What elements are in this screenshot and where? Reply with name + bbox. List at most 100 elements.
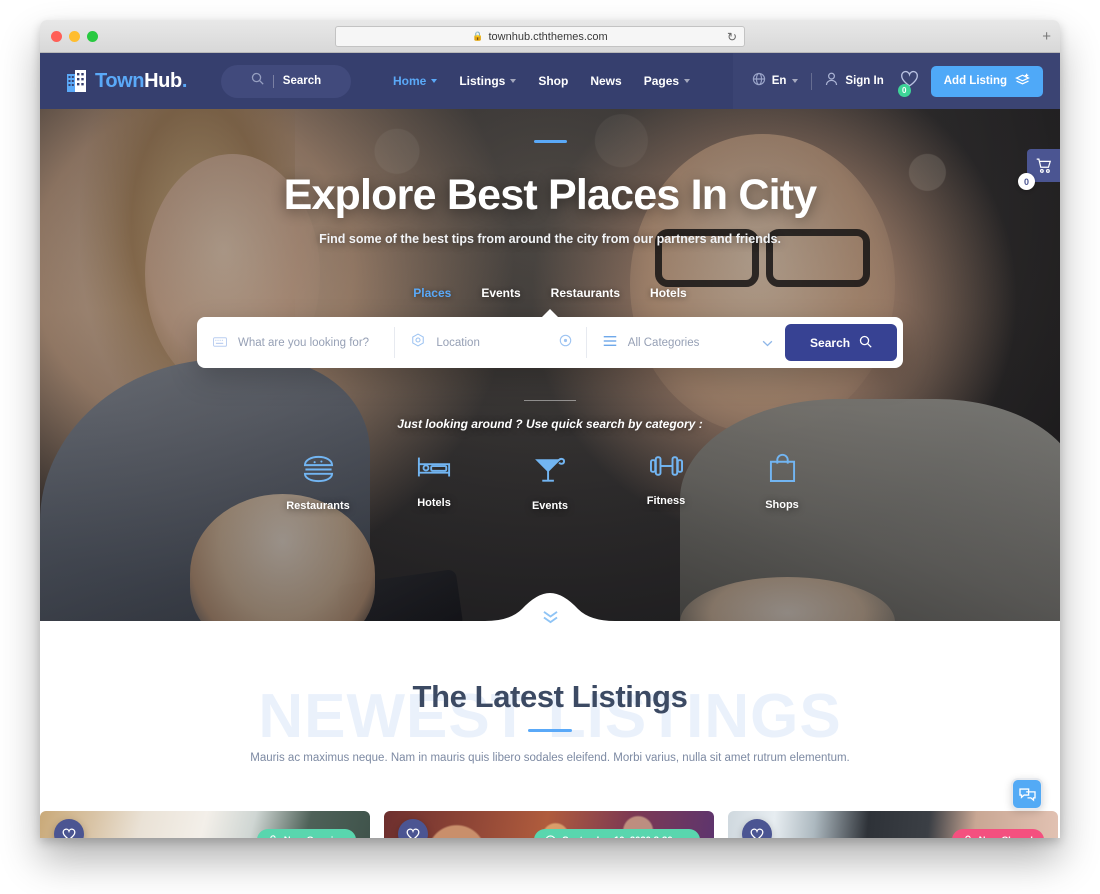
browser-window: 🔒 townhub.cththemes.com ↻ + TownHub. Sea… [40,20,1060,838]
nav-item-home[interactable]: Home [393,74,438,88]
hero-tab-events[interactable]: Events [481,286,520,300]
website-viewport: TownHub. Search Home Listings Shop News … [40,53,1060,838]
location-search-field[interactable]: Location [395,327,587,358]
listing-status-label: Now Opening [284,835,345,839]
quick-category-label: Events [531,500,569,512]
browser-chrome-bar: 🔒 townhub.cththemes.com ↻ + [40,20,1060,53]
add-listing-button[interactable]: Add Listing [930,65,1043,97]
main-navigation: Home Listings Shop News Pages [393,74,691,88]
listing-date-label: September 10, 2020 8:30 am [562,835,689,839]
double-chevron-down-icon[interactable] [542,610,559,629]
quick-category-label: Hotels [417,497,451,509]
quick-category-shops[interactable]: Shops [748,453,816,512]
quick-category-label: Restaurants [286,500,350,512]
url-text: townhub.cththemes.com [488,30,608,43]
listing-status-badge: Now Closed [951,829,1044,839]
cart-icon [1036,157,1051,173]
cart-count-badge: 0 [1018,173,1035,190]
header-divider [811,72,813,90]
header-search-button[interactable]: Search [220,64,351,98]
listing-cards-row: Now Opening September 10, 2020 8 [40,811,1060,838]
header-search-label: Search [282,75,322,87]
nav-item-label: News [590,74,622,88]
dumbbell-icon [649,453,683,484]
hero-search-wrapper: What are you looking for? Location All C… [197,309,903,368]
sign-in-button[interactable]: Sign In [825,72,884,91]
hero-content: Explore Best Places In City Find some of… [40,109,1060,512]
hero-search-form: What are you looking for? Location All C… [197,317,903,368]
nav-item-pages[interactable]: Pages [644,74,691,88]
plus-icon[interactable]: + [1042,29,1051,44]
listing-status-label: Now Closed [979,835,1033,839]
hero-tab-hotels[interactable]: Hotels [650,286,687,300]
keyword-search-field[interactable]: What are you looking for? [197,327,396,358]
cart-button[interactable]: 0 [1018,149,1060,190]
chat-bubbles-icon [1018,787,1036,802]
chevron-down-icon [431,79,438,83]
address-bar[interactable]: 🔒 townhub.cththemes.com ↻ [335,26,745,47]
quick-category-label: Shops [765,499,799,511]
header-left-group: TownHub. Search Home Listings Shop News … [67,64,733,98]
hero-tab-restaurants[interactable]: Restaurants [551,286,620,300]
language-selector[interactable]: En [752,72,799,91]
hero-tab-places[interactable]: Places [413,286,451,300]
listing-card[interactable]: September 10, 2020 8:30 am [384,811,714,838]
logo-text: TownHub. [95,70,187,93]
hero-accent-bar [533,140,567,143]
quick-category-fitness[interactable]: Fitness [632,453,700,512]
maximize-window-button[interactable] [87,30,98,42]
lock-icon [964,835,971,838]
search-icon [859,335,872,351]
bed-icon [417,453,451,486]
quick-search-categories: Restaurants Hotels Events Fitness Shops [40,453,1060,512]
listing-card[interactable]: Now Opening [40,811,370,838]
search-button-label: Search [810,335,851,350]
search-form-pointer [541,309,559,318]
chevron-down-icon [510,79,517,83]
latest-listings-section: NEWEST LISTINGS The Latest Listings Maur… [40,637,1060,838]
nav-item-shop[interactable]: Shop [538,74,568,88]
nav-item-label: Shop [538,74,569,88]
nav-item-listings[interactable]: Listings [459,74,517,88]
hero-section: Explore Best Places In City Find some of… [40,109,1060,637]
wishlist-button[interactable]: 0 [897,70,919,97]
chevron-down-icon [684,79,691,83]
category-select-field[interactable]: All Categories [587,327,785,358]
clock-icon [546,834,556,838]
nav-item-label: Listings [459,74,506,88]
close-window-button[interactable] [51,30,62,42]
listing-date-badge: September 10, 2020 8:30 am [534,829,700,838]
chat-widget-button[interactable] [1011,778,1043,810]
listing-status-badge: Now Opening [256,829,356,839]
quick-category-hotels[interactable]: Hotels [400,453,468,512]
logo-text-hub: Hub [144,69,182,92]
lock-icon: 🔒 [472,31,484,41]
chevron-down-icon[interactable] [762,334,773,352]
hero-tabs: Places Events Restaurants Hotels [40,286,1060,300]
sign-in-label: Sign In [845,75,884,87]
crosshair-icon[interactable] [559,334,572,352]
logo-text-dot: . [181,69,188,92]
category-value: All Categories [627,336,700,349]
nav-item-news[interactable]: News [590,74,621,88]
location-placeholder: Location [436,336,480,349]
add-layers-icon [1015,73,1030,90]
quick-category-label: Fitness [646,495,686,507]
add-listing-label: Add Listing [943,75,1007,87]
heart-icon [750,828,764,838]
quick-category-restaurants[interactable]: Restaurants [284,453,352,512]
site-logo[interactable]: TownHub. [67,70,187,93]
listing-card[interactable]: Now Closed [728,811,1058,838]
reload-icon[interactable]: ↻ [727,30,737,44]
section-description: Mauris ac maximus neque. Nam in mauris q… [250,752,850,764]
hero-search-submit-button[interactable]: Search [785,324,898,361]
user-icon [825,72,838,91]
section-accent-bar [528,729,572,732]
minimize-window-button[interactable] [69,30,80,42]
chevron-down-icon [792,79,799,83]
language-label: En [771,75,787,87]
header-right-group: En Sign In 0 Add Listing [732,53,1060,109]
search-icon [251,72,264,90]
quick-category-events[interactable]: Events [516,453,584,512]
heart-icon [406,828,420,838]
